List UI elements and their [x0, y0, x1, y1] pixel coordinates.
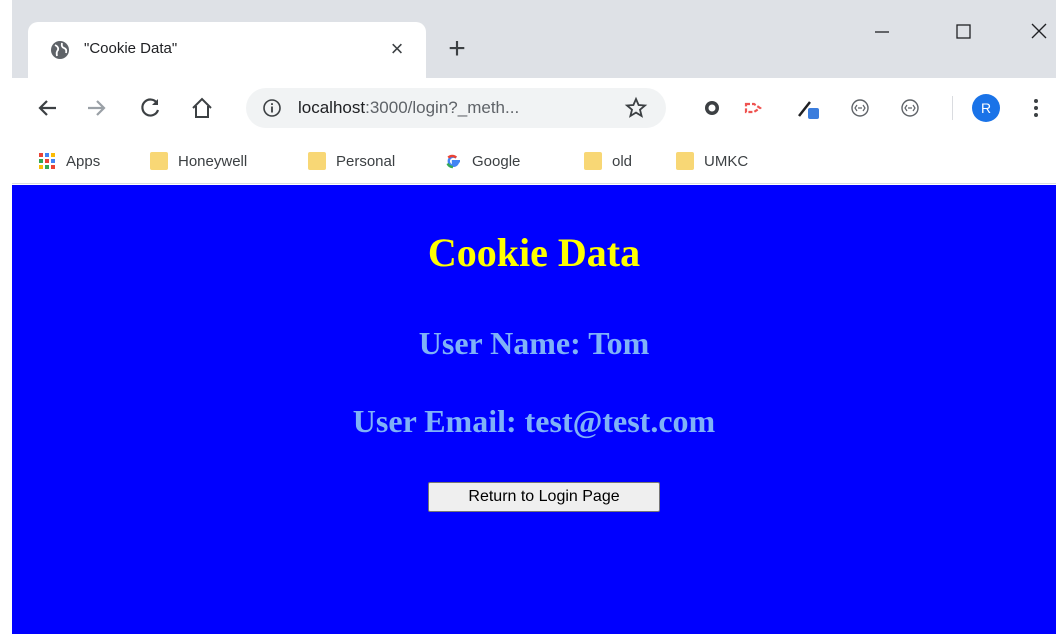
bookmark-apps[interactable]: Apps	[38, 150, 100, 172]
forward-arrow-icon[interactable]	[82, 94, 110, 122]
folder-icon	[308, 152, 326, 170]
bookmarks-bar: Apps Honeywell Personal Google old UMKC	[12, 138, 1056, 184]
bookmark-label: Google	[472, 152, 521, 170]
bookmark-old[interactable]: old	[584, 150, 632, 172]
folder-icon	[150, 152, 168, 170]
kebab-menu-icon[interactable]	[1026, 96, 1046, 120]
tab-close-icon[interactable]: ×	[384, 36, 410, 62]
user-name-text: User Name: Tom	[418, 325, 650, 361]
address-bar[interactable]: localhost:3000/login?_meth...	[246, 88, 666, 128]
bookmark-umkc[interactable]: UMKC	[676, 150, 748, 172]
bookmark-label: Honeywell	[178, 152, 248, 170]
folder-icon	[676, 152, 694, 170]
bookmark-label: Apps	[66, 152, 101, 170]
bookmark-google[interactable]: Google	[444, 150, 520, 172]
page-content: Cookie Data User Name: Tom User Email: t…	[12, 185, 1056, 634]
url-host: localhost	[298, 98, 366, 117]
browser-window: "Cookie Data" × + localhost:3000/login?_…	[0, 0, 1056, 634]
toolbar: localhost:3000/login?_meth... R	[12, 78, 1056, 138]
tab-cookie-data[interactable]: "Cookie Data" ×	[28, 22, 426, 78]
bookmark-honeywell[interactable]: Honeywell	[150, 150, 247, 172]
url-text[interactable]: localhost:3000/login?_meth...	[298, 98, 519, 118]
folder-icon	[584, 152, 602, 170]
new-tab-icon[interactable]: +	[444, 34, 470, 64]
bookmark-label: old	[612, 152, 633, 170]
home-icon[interactable]	[188, 94, 216, 122]
user-email-text: User Email: test@test.com	[352, 403, 716, 439]
return-to-login-button[interactable]: Return to Login Page	[428, 482, 660, 512]
bookmark-personal[interactable]: Personal	[308, 150, 395, 172]
extension-code-icon[interactable]	[848, 96, 872, 120]
bookmark-label: UMKC	[704, 152, 749, 170]
apps-grid-icon	[39, 153, 55, 169]
back-arrow-icon[interactable]	[34, 94, 62, 122]
bookmark-label: Personal	[336, 152, 396, 170]
window-close-icon[interactable]	[1016, 14, 1056, 50]
reload-icon[interactable]	[136, 94, 164, 122]
globe-icon	[51, 41, 69, 59]
extension-cast-icon[interactable]	[742, 96, 766, 120]
profile-avatar[interactable]: R	[972, 94, 1000, 122]
bookmark-star-icon[interactable]	[624, 96, 648, 120]
info-icon[interactable]	[262, 98, 282, 118]
extension-circle-icon[interactable]	[700, 96, 724, 120]
maximize-icon[interactable]	[940, 14, 986, 50]
tab-strip: "Cookie Data" × +	[12, 0, 1056, 78]
minimize-icon[interactable]	[858, 14, 904, 50]
google-g-icon	[446, 154, 460, 169]
toolbar-separator	[952, 96, 953, 120]
tab-title: "Cookie Data"	[84, 40, 178, 57]
page-heading: Cookie Data	[427, 230, 641, 275]
url-path: :3000/login?_meth...	[365, 98, 520, 117]
extension-code-alt-icon[interactable]	[898, 96, 922, 120]
eyedropper-extension-icon[interactable]	[796, 96, 820, 120]
